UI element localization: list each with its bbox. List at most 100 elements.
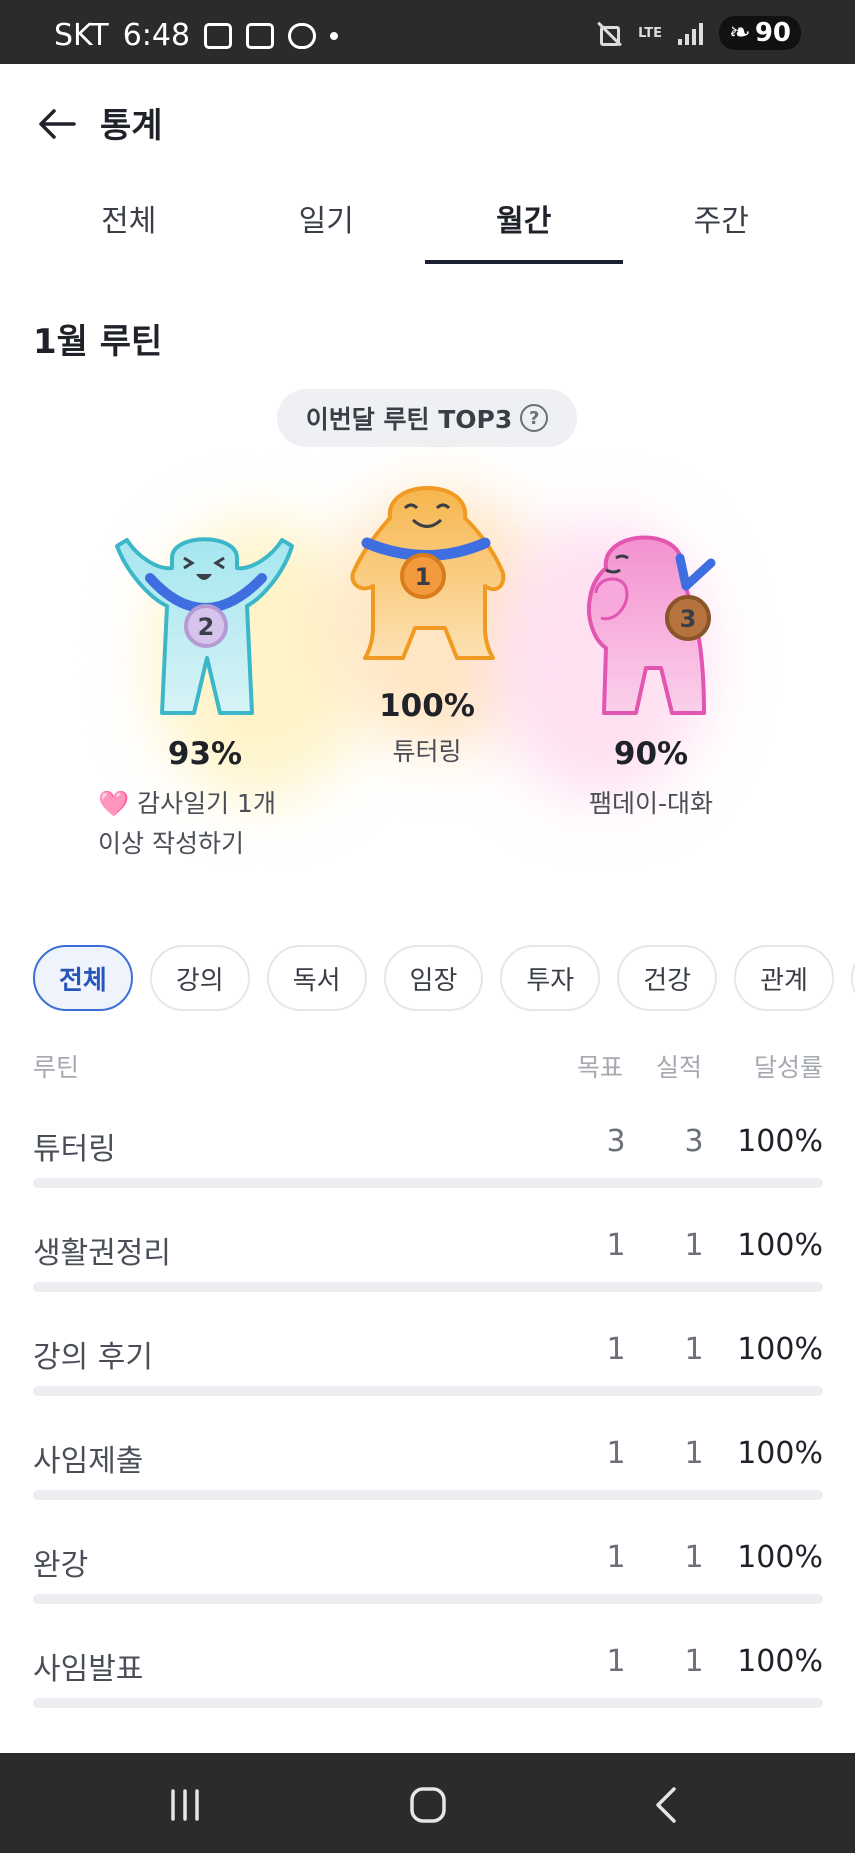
first-medal-rank: 1 (415, 563, 432, 591)
routine-rate: 100% (737, 1540, 823, 1575)
routine-table: 튜터링 3 3 100% 생활권정리 1 1 100% 강의 후기 1 1 10… (33, 1118, 823, 1742)
header-done: 실적 (656, 1053, 703, 1082)
filter-chip-health[interactable]: 건강 (617, 945, 718, 1011)
progress-bar (33, 1282, 823, 1292)
routine-done: 1 (684, 1540, 704, 1575)
status-left: SKT 6:48 (54, 18, 339, 53)
signal-icon (678, 21, 704, 45)
routine-name: 튜터링 (33, 1132, 116, 1167)
tab-bar: 전체 일기 월간 주간 (30, 186, 820, 264)
third-place-percent: 90% (613, 736, 689, 772)
table-row[interactable]: 강의 후기 1 1 100% (33, 1326, 823, 1430)
routine-goal: 3 (606, 1124, 626, 1159)
table-row[interactable]: 생활권정리 1 1 100% (33, 1222, 823, 1326)
top3-podium: 2 1 3 100% 튜터링 93% 🩷 감사일기 1개 이상 작성하기 90%… (0, 460, 855, 880)
routine-done: 1 (684, 1332, 704, 1367)
tab-weekly[interactable]: 주간 (623, 186, 821, 264)
filter-chip-all[interactable]: 전체 (33, 945, 133, 1011)
filter-chip-site-visit[interactable]: 임장 (383, 945, 484, 1011)
table-row[interactable]: 사임제출 1 1 100% (33, 1430, 823, 1534)
table-row[interactable]: 완강 1 1 100% (33, 1534, 823, 1638)
second-place-routine-line1: 감사일기 1개 (137, 789, 276, 818)
message-icon (204, 22, 233, 49)
routine-done: 3 (684, 1124, 704, 1159)
tab-all[interactable]: 전체 (30, 186, 228, 264)
recent-apps-icon (171, 1789, 199, 1821)
question-circle-icon[interactable]: ? (520, 404, 549, 432)
routine-goal: 1 (606, 1228, 626, 1263)
mute-icon (596, 20, 622, 46)
status-right: LTE ❧ 90 (596, 16, 801, 50)
progress-fill (33, 1282, 823, 1292)
progress-fill (33, 1386, 823, 1396)
routine-done: 1 (684, 1228, 704, 1263)
progress-bar (33, 1178, 823, 1188)
header-goal: 목표 (577, 1053, 624, 1082)
filter-chip-relation[interactable]: 관계 (734, 945, 834, 1011)
first-place-routine: 튜터링 (392, 737, 462, 766)
header-routine: 루틴 (33, 1053, 80, 1082)
progress-fill (33, 1594, 823, 1604)
second-place-character-icon: 2 (115, 537, 294, 715)
third-place-routine: 팸데이-대화 (588, 789, 714, 818)
home-icon (410, 1787, 446, 1823)
header-rate: 달성률 (753, 1053, 823, 1082)
routine-rate: 100% (737, 1332, 823, 1367)
routine-done: 1 (684, 1644, 704, 1679)
system-back-button[interactable] (636, 1783, 696, 1827)
table-row[interactable]: 튜터링 3 3 100% (33, 1118, 823, 1222)
second-place-routine-line2: 이상 작성하기 (98, 829, 244, 858)
second-place-percent: 93% (167, 736, 243, 772)
chevron-left-icon (656, 1787, 676, 1823)
progress-fill (33, 1178, 823, 1188)
routine-rate: 100% (737, 1228, 823, 1263)
routine-goal: 1 (606, 1436, 626, 1471)
routine-done: 1 (684, 1436, 704, 1471)
system-nav-bar (0, 1753, 855, 1853)
routine-goal: 1 (606, 1332, 626, 1367)
category-filter-bar: 전체 강의 독서 임장 투자 건강 관계 마 (33, 945, 855, 1013)
tab-diary[interactable]: 일기 (228, 186, 426, 264)
filter-chip-invest[interactable]: 투자 (500, 945, 601, 1011)
header: 통계 (0, 64, 855, 182)
routine-name: 강의 후기 (33, 1340, 153, 1375)
leaf-icon: ❧ (729, 18, 751, 48)
filter-chip-reading[interactable]: 독서 (266, 945, 367, 1011)
clock: 6:48 (122, 18, 191, 53)
top3-chip-label: 이번달 루틴 TOP3 (305, 405, 513, 434)
routine-goal: 1 (606, 1644, 626, 1679)
progress-bar (33, 1490, 823, 1500)
third-place-character-icon: 3 (587, 535, 716, 715)
routine-name: 사임발표 (33, 1652, 144, 1687)
routine-rate: 100% (737, 1644, 823, 1679)
back-button[interactable] (34, 100, 82, 148)
filter-chip-more[interactable]: 마 (850, 945, 855, 1011)
status-bar: SKT 6:48 LTE ❧ 90 (0, 0, 855, 64)
routine-name: 사임제출 (33, 1444, 144, 1479)
progress-bar (33, 1594, 823, 1604)
filter-chip-lecture[interactable]: 강의 (149, 945, 250, 1011)
section-title: 1월 루틴 (33, 322, 163, 362)
progress-bar (33, 1698, 823, 1708)
first-place-character-icon: 1 (350, 486, 506, 660)
tab-monthly[interactable]: 월간 (425, 186, 623, 264)
carrier-label: SKT (54, 18, 109, 53)
progress-fill (33, 1698, 823, 1708)
arrow-left-icon (39, 109, 76, 139)
table-header: 루틴 목표 실적 달성률 (33, 1048, 823, 1084)
first-place-percent: 100% (379, 688, 475, 724)
screenshot-icon (246, 22, 275, 49)
talk-icon (288, 22, 317, 49)
progress-bar (33, 1386, 823, 1396)
routine-goal: 1 (606, 1540, 626, 1575)
table-row[interactable]: 사임발표 1 1 100% (33, 1638, 823, 1742)
battery-level: 90 (754, 18, 791, 48)
recent-apps-button[interactable] (155, 1783, 215, 1827)
home-button[interactable] (398, 1783, 458, 1827)
top3-chip[interactable]: 이번달 루틴 TOP3 ? (277, 389, 577, 447)
routine-rate: 100% (737, 1436, 823, 1471)
more-notifications-dot-icon (330, 31, 339, 40)
routine-name: 생활권정리 (33, 1236, 171, 1271)
second-place-routine: 🩷 감사일기 1개 이상 작성하기 (98, 784, 338, 864)
heart-icon: 🩷 (98, 789, 130, 818)
